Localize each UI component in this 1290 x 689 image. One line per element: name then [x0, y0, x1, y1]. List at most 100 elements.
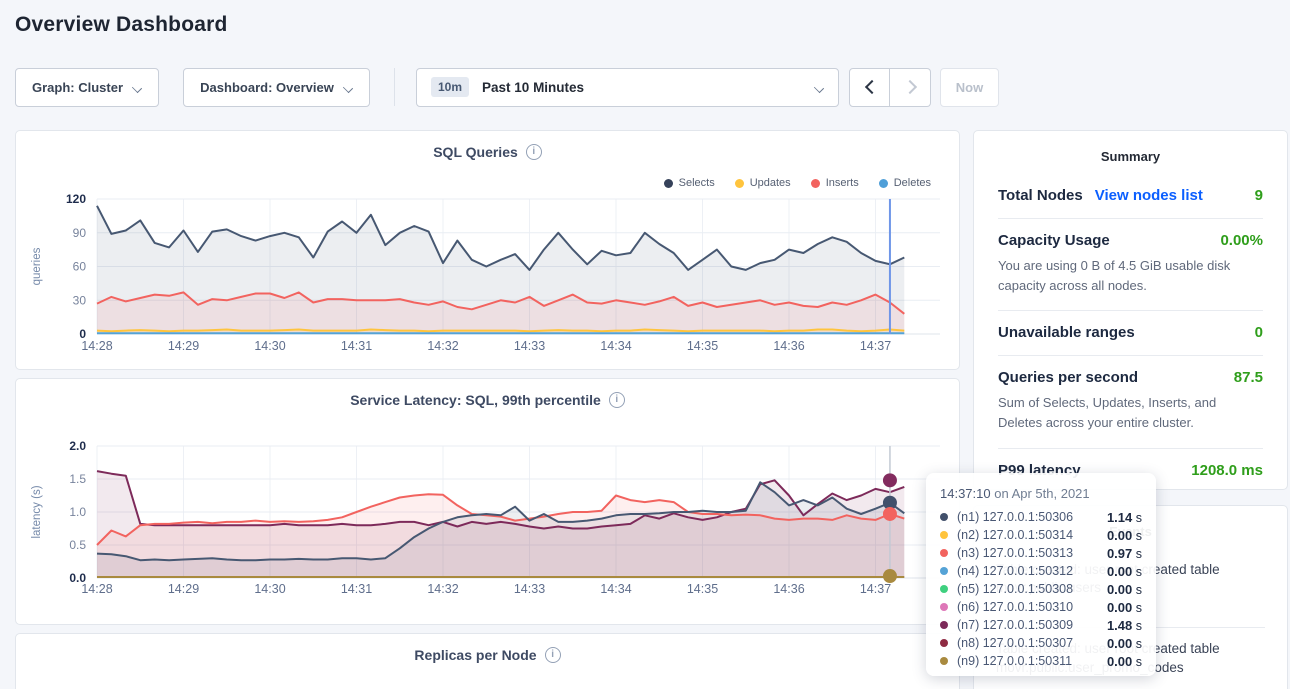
info-icon[interactable]: i [545, 647, 561, 663]
tooltip-node-label: (n5) 127.0.0.1:50308 [957, 582, 1073, 596]
svg-text:14:28: 14:28 [81, 339, 112, 353]
svg-text:0.5: 0.5 [69, 538, 86, 552]
time-back-button[interactable] [849, 68, 890, 107]
summary-label: Total Nodes [998, 187, 1083, 204]
time-range-selector[interactable]: 10m Past 10 Minutes [416, 68, 839, 107]
node-color-dot-icon [940, 531, 948, 539]
tooltip-node-row: (n8) 127.0.0.1:50307 0.00 s [940, 634, 1142, 652]
svg-text:120: 120 [66, 192, 86, 206]
svg-text:30: 30 [73, 293, 87, 307]
svg-text:latency (s): latency (s) [31, 485, 43, 538]
replicas-per-node-card: Replicas per Node i [15, 633, 960, 689]
page-title: Overview Dashboard [15, 13, 228, 37]
tooltip-node-value: 1.48 s [1107, 618, 1142, 633]
graph-dropdown[interactable]: Graph: Cluster [15, 68, 159, 107]
tooltip-node-value: 0.00 s [1107, 528, 1142, 543]
service-latency-chart[interactable]: 14:2814:2914:3014:3114:3214:3314:3414:35… [16, 379, 959, 624]
tooltip-node-value: 0.97 s [1107, 546, 1142, 561]
svg-text:14:33: 14:33 [514, 339, 545, 353]
tooltip-node-row: (n5) 127.0.0.1:50308 0.00 s [940, 580, 1142, 598]
svg-text:14:35: 14:35 [687, 582, 718, 596]
svg-text:0.0: 0.0 [69, 571, 86, 585]
tooltip-node-row: (n6) 127.0.0.1:50310 0.00 s [940, 598, 1142, 616]
summary-heading: Summary [974, 131, 1287, 174]
summary-panel: Summary Total Nodes View nodes list 9 Capac… [973, 130, 1288, 490]
now-button[interactable]: Now [940, 68, 999, 107]
tooltip-node-value: 1.14 s [1107, 510, 1142, 525]
tooltip-node-label: (n2) 127.0.0.1:50314 [957, 528, 1073, 542]
tooltip-node-value: 0.00 s [1107, 636, 1142, 651]
tooltip-node-label: (n7) 127.0.0.1:50309 [957, 618, 1073, 632]
graph-dropdown-label: Graph: Cluster [32, 80, 123, 95]
toolbar-divider [394, 68, 395, 106]
dashboard-dropdown-label: Dashboard: Overview [200, 80, 334, 95]
time-range-label: Past 10 Minutes [482, 80, 584, 95]
replicas-per-node-title: Replicas per Node [414, 647, 536, 663]
summary-row: Capacity Usage0.00%You are using 0 B of … [998, 218, 1263, 310]
summary-value: 0.00% [1220, 232, 1263, 249]
svg-text:14:36: 14:36 [773, 339, 804, 353]
svg-text:90: 90 [73, 226, 87, 240]
view-nodes-list-link[interactable]: View nodes list [1095, 187, 1203, 204]
tooltip-node-row: (n1) 127.0.0.1:50306 1.14 s [940, 508, 1142, 526]
chevron-down-icon [815, 83, 824, 92]
time-forward-button[interactable] [890, 68, 931, 107]
summary-value: 9 [1255, 187, 1263, 204]
svg-text:14:31: 14:31 [341, 582, 372, 596]
summary-value: 87.5 [1234, 369, 1263, 386]
node-color-dot-icon [940, 639, 948, 647]
summary-row: Queries per second 87.5 Sum of Selects, Up… [998, 355, 1263, 447]
node-color-dot-icon [940, 585, 948, 593]
summary-label: Unavailable ranges [998, 324, 1135, 341]
tooltip-node-row: (n7) 127.0.0.1:50309 1.48 s [940, 616, 1142, 634]
svg-text:1.5: 1.5 [69, 472, 86, 486]
svg-text:queries: queries [31, 247, 43, 285]
summary-value: 1208.0 ms [1191, 462, 1263, 479]
svg-text:14:29: 14:29 [168, 339, 199, 353]
svg-text:14:34: 14:34 [600, 582, 631, 596]
tooltip-node-value: 0.00 s [1107, 600, 1142, 615]
summary-row: Unavailable ranges 0 [998, 310, 1263, 355]
sql-queries-chart[interactable]: 14:28 14:29 14:30 14:31 14:32 14:33 14:34 14:35… [16, 131, 959, 369]
dashboard-dropdown[interactable]: Dashboard: Overview [183, 68, 370, 107]
svg-text:14:37: 14:37 [860, 339, 891, 353]
svg-text:14:30: 14:30 [254, 582, 285, 596]
tooltip-node-row: (n4) 127.0.0.1:503120.00 s [940, 562, 1142, 580]
svg-text:14:34: 14:34 [600, 339, 631, 353]
sql-queries-card: SQL Queries i SelectsUpdatesInsertsDelet… [15, 130, 960, 370]
svg-text:14:31: 14:31 [341, 339, 372, 353]
tooltip-node-label: (n8) 127.0.0.1:50307 [957, 636, 1073, 650]
tooltip-node-row: (n9) 127.0.0.1:503110.00 s [940, 652, 1142, 670]
summary-label: Queries per second [998, 369, 1138, 386]
svg-text:14:35: 14:35 [687, 339, 718, 353]
tooltip-node-label: (n3) 127.0.0.1:50313 [957, 546, 1073, 560]
svg-text:14:37: 14:37 [860, 582, 891, 596]
tooltip-node-value: 0.00 s [1107, 582, 1142, 597]
tooltip-node-row: (n2) 127.0.0.1:50314 0.00 s [940, 526, 1142, 544]
tooltip-node-label: (n1) 127.0.0.1:50306 [957, 510, 1073, 524]
service-latency-card: Service Latency: SQL, 99th percentile i … [15, 378, 960, 625]
node-color-dot-icon [940, 567, 948, 575]
svg-text:14:30: 14:30 [254, 339, 285, 353]
summary-row: Total Nodes View nodes list 9 [998, 174, 1263, 218]
svg-text:14:29: 14:29 [168, 582, 199, 596]
summary-subtext: Sum of Selects, Updates, Inserts, and De… [998, 393, 1263, 433]
svg-text:14:33: 14:33 [514, 582, 545, 596]
summary-value: 0 [1255, 324, 1263, 341]
summary-label: Capacity Usage [998, 232, 1110, 249]
tooltip-node-label: (n4) 127.0.0.1:50312 [957, 564, 1073, 578]
chevron-right-icon [905, 82, 915, 92]
chevron-down-icon [133, 83, 142, 92]
time-step-buttons [849, 68, 931, 107]
tooltip-node-label: (n6) 127.0.0.1:50310 [957, 600, 1073, 614]
svg-text:60: 60 [73, 260, 87, 274]
node-color-dot-icon [940, 603, 948, 611]
tooltip-node-row: (n3) 127.0.0.1:50313 0.97 s [940, 544, 1142, 562]
chevron-left-icon [865, 82, 875, 92]
svg-text:14:32: 14:32 [427, 339, 458, 353]
svg-text:0: 0 [79, 327, 86, 341]
svg-text:1.0: 1.0 [69, 505, 86, 519]
svg-text:2.0: 2.0 [69, 439, 86, 453]
tooltip-node-value: 0.00 s [1107, 654, 1142, 669]
time-range-badge: 10m [431, 77, 469, 97]
